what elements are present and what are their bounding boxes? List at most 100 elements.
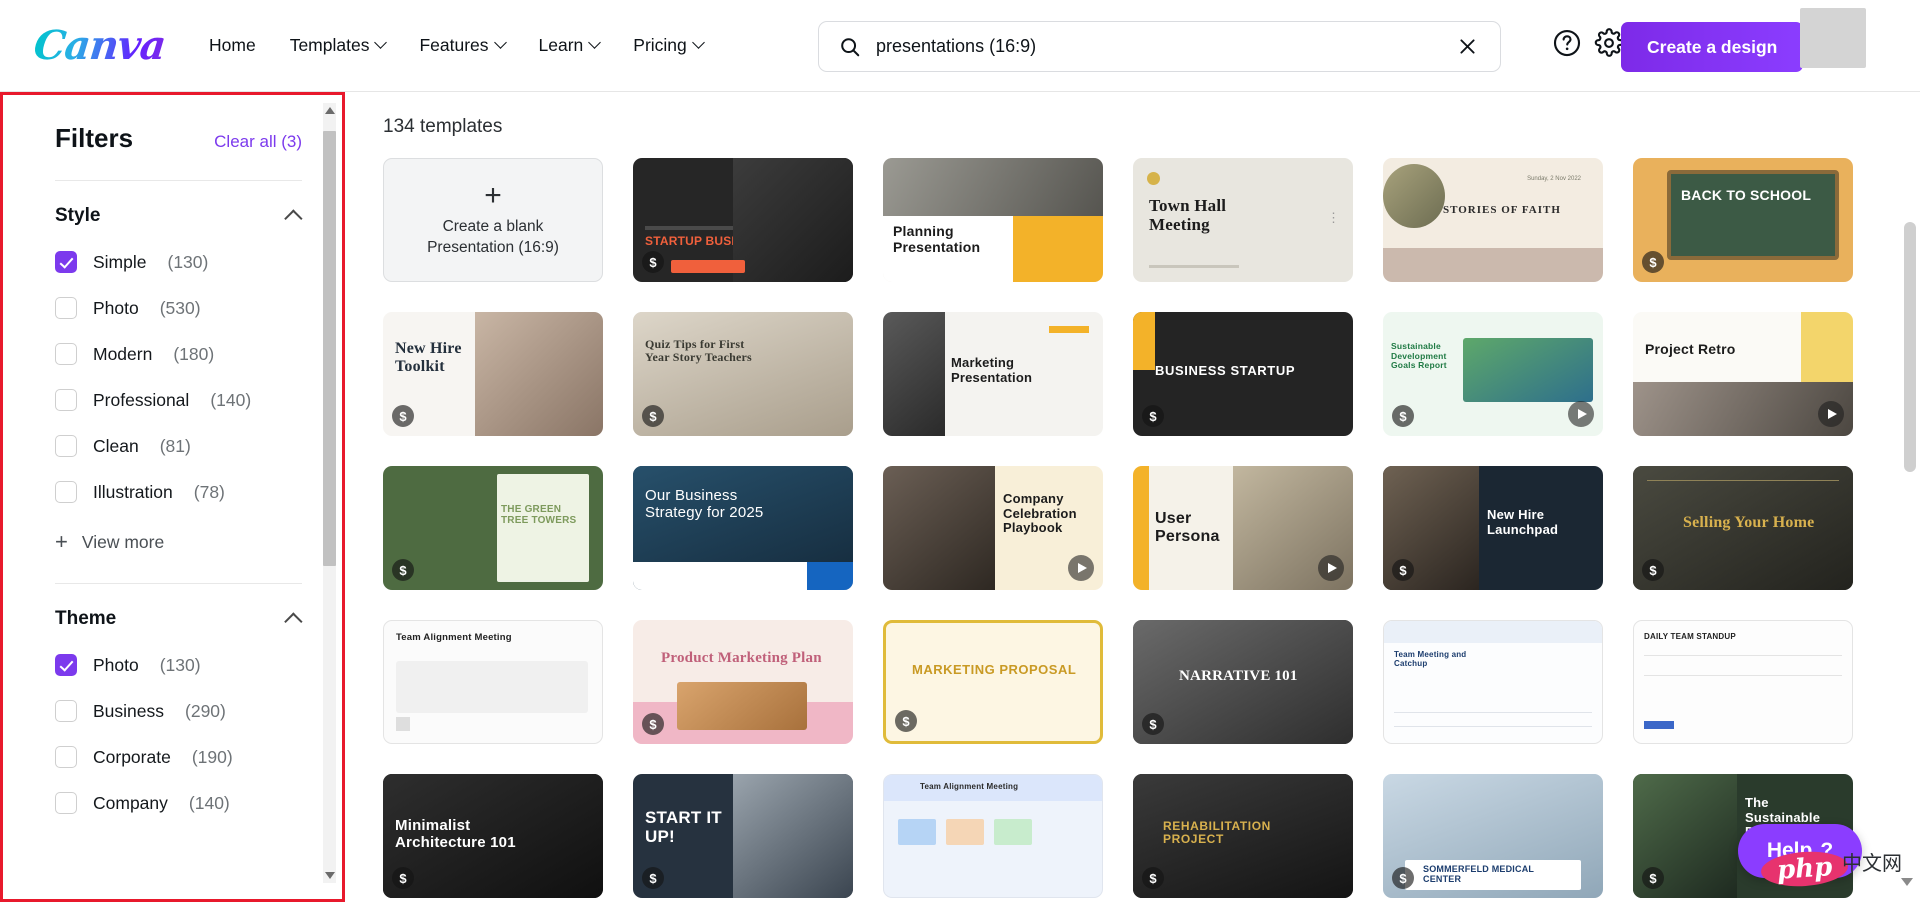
avatar[interactable]	[1800, 8, 1866, 68]
option-label: Company	[93, 792, 168, 813]
sidebar-scrollbar[interactable]	[323, 103, 336, 883]
template-card[interactable]: Project Retro	[1633, 312, 1853, 436]
option-label: Clean	[93, 435, 139, 456]
filter-option-clean[interactable]: Clean (81)	[55, 423, 302, 469]
checkbox-unchecked[interactable]	[55, 343, 77, 365]
template-card[interactable]: SOMMERFELD MEDICAL CENTER $	[1383, 774, 1603, 898]
scroll-down-arrow-icon[interactable]	[1901, 878, 1913, 886]
play-video-icon[interactable]	[1318, 555, 1344, 581]
filter-option-photo[interactable]: Photo (530)	[55, 285, 302, 331]
template-card[interactable]: REHABILITATION PROJECT $	[1133, 774, 1353, 898]
filter-section-style: Style Simple (130) Photo (530) Modern (1…	[55, 181, 303, 561]
template-card[interactable]: START IT UP! $	[633, 774, 853, 898]
template-title: User Persona	[1155, 510, 1220, 545]
template-card[interactable]: New Hire Toolkit $	[383, 312, 603, 436]
blank-card-line1: Create a blank	[442, 218, 544, 236]
template-card[interactable]: Sustainable Development Goals Report $	[1383, 312, 1603, 436]
checkbox-unchecked[interactable]	[55, 435, 77, 457]
premium-badge: $	[642, 405, 664, 427]
template-title: BACK TO SCHOOL	[1681, 187, 1812, 203]
template-card[interactable]: Team Alignment Meeting	[383, 620, 603, 744]
filter-section-theme: Theme Photo (130) Business (290) Corpora…	[55, 584, 303, 826]
template-card[interactable]: Planning Presentation	[883, 158, 1103, 282]
template-card[interactable]: DAILY TEAM STANDUP	[1633, 620, 1853, 744]
checkbox-unchecked[interactable]	[55, 481, 77, 503]
create-blank-presentation-card[interactable]: + Create a blank Presentation (16:9)	[383, 158, 603, 282]
template-card[interactable]: BACK TO SCHOOL $	[1633, 158, 1853, 282]
scroll-down-arrow-icon[interactable]	[325, 872, 335, 879]
template-card[interactable]: User Persona	[1133, 466, 1353, 590]
template-title: Quiz Tips for First Year Story Teachers	[645, 337, 752, 365]
create-a-design-button[interactable]: Create a design	[1621, 22, 1804, 72]
nav-item-pricing[interactable]: Pricing	[633, 35, 705, 56]
template-card[interactable]: Team Alignment Meeting	[883, 774, 1103, 898]
option-count: (180)	[173, 343, 215, 364]
checkbox-checked[interactable]	[55, 654, 77, 676]
gear-icon[interactable]	[1594, 28, 1624, 58]
view-more-style-button[interactable]: + View more	[55, 515, 302, 561]
canva-logo[interactable]: Canva	[32, 22, 168, 69]
filter-option-theme-photo[interactable]: Photo (130)	[55, 642, 302, 688]
clear-all-filters-link[interactable]: Clear all (3)	[214, 132, 302, 152]
template-card[interactable]: THE GREEN TREE TOWERS $	[383, 466, 603, 590]
chevron-up-icon[interactable]	[284, 208, 303, 228]
template-card[interactable]: Product Marketing Plan $	[633, 620, 853, 744]
nav-item-features[interactable]: Features	[419, 35, 507, 56]
filter-section-style-header[interactable]: Style	[55, 205, 303, 239]
filter-option-illustration[interactable]: Illustration (78)	[55, 469, 302, 515]
question-circle-icon[interactable]	[1552, 28, 1582, 58]
filter-option-simple[interactable]: Simple (130)	[55, 239, 302, 285]
play-video-icon[interactable]	[1068, 555, 1094, 581]
close-icon[interactable]	[1457, 36, 1478, 57]
template-card[interactable]: MARKETING PROPOSAL $	[883, 620, 1103, 744]
scrollbar-thumb[interactable]	[1904, 222, 1916, 472]
template-card[interactable]: Minimalist Architecture 101 $	[383, 774, 603, 898]
template-card[interactable]: New Hire Launchpad $	[1383, 466, 1603, 590]
play-video-icon[interactable]	[1568, 401, 1594, 427]
checkbox-unchecked[interactable]	[55, 389, 77, 411]
template-card[interactable]: Town Hall Meeting ⋮	[1133, 158, 1353, 282]
checkbox-unchecked[interactable]	[55, 700, 77, 722]
template-card[interactable]: Quiz Tips for First Year Story Teachers …	[633, 312, 853, 436]
filter-option-modern[interactable]: Modern (180)	[55, 331, 302, 377]
filter-option-company[interactable]: Company (140)	[55, 780, 302, 826]
scroll-up-arrow-icon[interactable]	[325, 107, 335, 114]
nav-item-templates[interactable]: Templates	[290, 35, 388, 56]
checkbox-unchecked[interactable]	[55, 746, 77, 768]
chevron-down-icon	[493, 36, 507, 49]
filter-section-theme-header[interactable]: Theme	[55, 608, 303, 642]
template-card[interactable]: Selling Your Home $	[1633, 466, 1853, 590]
filter-option-corporate[interactable]: Corporate (190)	[55, 734, 302, 780]
main-scrollbar[interactable]	[1904, 152, 1916, 852]
help-button[interactable]: Help ?	[1738, 824, 1862, 878]
search-icon	[839, 36, 861, 58]
template-card[interactable]: STARTUP BUSINESS $	[633, 158, 853, 282]
template-card[interactable]: Marketing Presentation	[883, 312, 1103, 436]
template-card[interactable]: NARRATIVE 101 $	[1133, 620, 1353, 744]
template-card[interactable]: Our Business Strategy for 2025	[633, 466, 853, 590]
more-options-icon[interactable]: ⋮	[1327, 210, 1341, 226]
premium-badge: $	[1392, 405, 1414, 427]
checkbox-unchecked[interactable]	[55, 792, 77, 814]
template-card[interactable]: Team Meeting and Catchup	[1383, 620, 1603, 744]
nav-item-home[interactable]: Home	[209, 35, 256, 56]
filter-option-professional[interactable]: Professional (140)	[55, 377, 302, 423]
filter-option-business[interactable]: Business (290)	[55, 688, 302, 734]
nav-item-learn[interactable]: Learn	[539, 35, 602, 56]
checkbox-unchecked[interactable]	[55, 297, 77, 319]
template-title: Company Celebration Playbook	[1003, 491, 1077, 536]
option-count: (190)	[191, 746, 233, 767]
template-card[interactable]: STORIES OF FAITH Sunday, 2 Nov 2022	[1383, 158, 1603, 282]
checkbox-checked[interactable]	[55, 251, 77, 273]
template-card[interactable]: Company Celebration Playbook	[883, 466, 1103, 590]
scrollbar-thumb[interactable]	[323, 131, 336, 566]
template-title: STORIES OF FAITH	[1443, 204, 1561, 216]
option-label: Photo	[93, 654, 139, 675]
template-card[interactable]: BUSINESS STARTUP $	[1133, 312, 1353, 436]
chevron-up-icon[interactable]	[284, 611, 303, 631]
premium-badge: $	[1142, 867, 1164, 889]
templates-results-area: 134 templates + Create a blank Presentat…	[345, 92, 1920, 902]
play-video-icon[interactable]	[1818, 401, 1844, 427]
search-input[interactable]	[876, 36, 1457, 57]
search-bar[interactable]	[818, 21, 1501, 72]
